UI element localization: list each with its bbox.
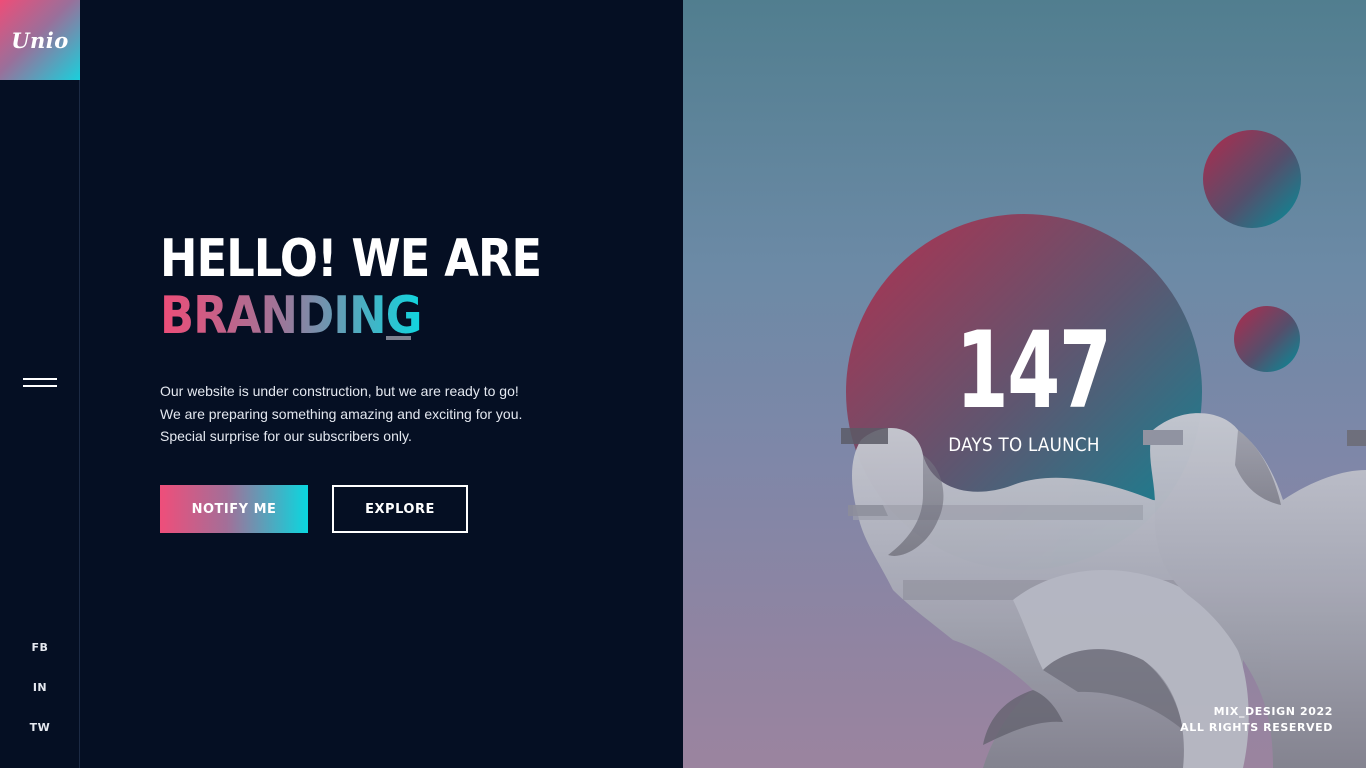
social-link-tw[interactable]: TW [0, 721, 80, 734]
typing-cursor [386, 336, 411, 340]
hero-title-line2: BRANDING [160, 286, 422, 346]
description-line: Special surprise for our subscribers onl… [160, 428, 412, 444]
description-line: Our website is under construction, but w… [160, 383, 519, 399]
small-gradient-circle-bottom [1234, 306, 1300, 372]
small-gradient-circle-top [1203, 130, 1301, 228]
countdown-label: DAYS TO LAUNCH [948, 434, 1100, 456]
logo-text: Unio [11, 27, 69, 53]
countdown: 147 DAYS TO LAUNCH [929, 309, 1119, 457]
copyright-line2: ALL RIGHTS RESERVED [1180, 721, 1333, 734]
social-link-fb[interactable]: FB [0, 641, 80, 654]
countdown-value: 147 [955, 309, 1112, 432]
hero-image-panel: 147 DAYS TO LAUNCH MIX_DESIGN 2022 ALL R… [683, 0, 1366, 768]
copyright-line1: MIX_DESIGN 2022 [1213, 705, 1333, 718]
left-rail: Unio FB IN TW [0, 0, 80, 768]
notify-me-button[interactable]: NOTIFY ME [160, 485, 308, 533]
social-link-in[interactable]: IN [0, 681, 80, 694]
explore-button[interactable]: EXPLORE [332, 485, 468, 533]
hero-title-line1: HELLO! WE ARE [160, 229, 542, 289]
description-line: We are preparing something amazing and e… [160, 405, 523, 422]
hero-description: Our website is under construction, but w… [160, 380, 522, 448]
copyright: MIX_DESIGN 2022 ALL RIGHTS RESERVED [1180, 704, 1333, 736]
logo[interactable]: Unio [0, 0, 80, 80]
hamburger-icon[interactable] [23, 378, 57, 392]
